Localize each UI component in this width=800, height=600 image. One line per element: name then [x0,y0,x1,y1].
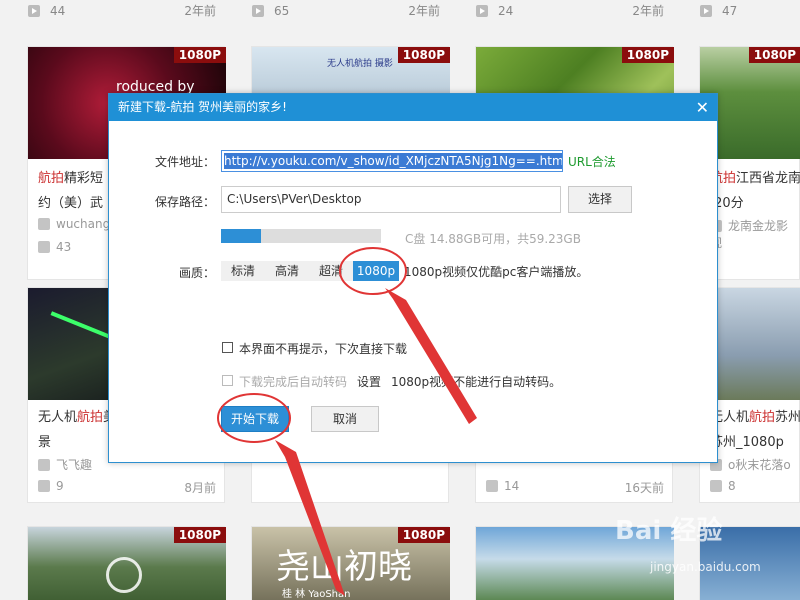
play-count-icon [38,480,50,492]
url-status: URL合法 [568,155,616,169]
play-count: 14 16天前 [486,479,664,495]
video-meta: 65 2年前 [252,0,450,22]
video-title-line2[interactable]: 约（美）武 [38,192,103,211]
path-label: 保存路径： [155,195,216,209]
quality-option-hd[interactable]: 高清 [265,261,309,281]
hd-badge: 1080P [173,527,226,543]
settings-link[interactable]: 设置 [357,373,381,390]
hd-badge: 1080P [173,47,226,63]
video-title-line2[interactable]: 景 [38,431,51,450]
hd-badge: 1080P [748,47,800,63]
disk-usage-bar [221,229,381,243]
video-card[interactable]: 1080P [27,526,226,600]
play-count-icon [476,5,488,17]
quality-label: 画质： [179,266,216,280]
video-meta: 47 [700,0,800,22]
disk-usage-fill [221,229,261,243]
dialog-title: 新建下载-航拍 贺州美丽的家乡! [118,100,287,114]
hd-badge: 1080P [397,47,450,63]
close-icon[interactable]: ✕ [696,94,709,121]
quality-option-1080p[interactable]: 1080p [353,261,399,281]
video-thumbnail[interactable]: 1080P 尧山初晓 桂 林 YaoShan [252,527,450,600]
play-count: 9 8月前 [38,479,216,495]
play-count-icon [700,5,712,17]
video-meta: 24 2年前 [476,0,674,22]
cancel-button[interactable]: 取消 [311,406,379,432]
uploader[interactable]: 飞飞趣 [38,456,92,473]
disk-info: C盘 14.88GB可用，共59.23GB [405,232,581,246]
video-thumbnail[interactable]: 1080P [28,527,226,600]
video-title-line2[interactable]: 苏州_1080p [710,431,784,450]
user-icon [38,459,50,471]
dialog-titlebar[interactable]: 新建下载-航拍 贺州美丽的家乡! ✕ [109,94,717,121]
video-title[interactable]: 无人机航拍美 [38,406,116,425]
url-field[interactable]: http://v.youku.com/v_show/id_XMjczNTA5Nj… [221,150,563,172]
hd-badge: 1080P [621,47,674,63]
browse-button[interactable]: 选择 [568,186,632,213]
play-icon[interactable] [106,557,142,593]
uploader[interactable]: wuchang [38,217,110,231]
play-count: 43 [38,240,71,254]
play-count-icon [486,480,498,492]
video-title[interactable]: 航拍江西省龙南 [710,167,800,186]
play-count: 8 [710,479,736,493]
user-icon [38,218,50,230]
uploader[interactable]: 龙南金龙影视 [710,217,799,251]
no-prompt-checkbox[interactable] [222,342,233,353]
uploader[interactable]: o秋末花落o [710,456,791,473]
play-count-icon [28,5,40,17]
url-label: 文件地址： [155,155,216,169]
video-title[interactable]: 航拍精彩短 [38,167,103,186]
play-count-icon [252,5,264,17]
video-card[interactable]: 1080P 尧山初晓 桂 林 YaoShan [251,526,450,600]
no-prompt-label[interactable]: 本界面不再提示，下次直接下载 [239,340,407,357]
baidu-jingyan-watermark: Bai 经验 [615,516,723,546]
watermark-url: jingyan.baidu.com [650,560,761,574]
auto-convert-label: 下载完成后自动转码 [239,375,348,389]
start-download-button[interactable]: 开始下载 [221,406,289,432]
video-title[interactable]: 无人机航拍苏州 [710,406,800,425]
save-path-field[interactable]: C:\Users\PVer\Desktop [221,186,561,213]
play-count-icon [710,480,722,492]
play-count-icon [38,241,50,253]
new-download-dialog: 新建下载-航拍 贺州美丽的家乡! ✕ 文件地址： http://v.youku.… [108,93,718,463]
auto-convert-checkbox[interactable] [222,375,233,386]
quality-option-sd[interactable]: 标清 [221,261,265,281]
quality-note: 1080p视频仅优酷pc客户端播放。 [404,265,589,279]
quality-option-shd[interactable]: 超清 [309,261,353,281]
convert-note: 1080p视频不能进行自动转码。 [391,375,562,389]
video-meta: 44 2年前 [28,0,226,22]
